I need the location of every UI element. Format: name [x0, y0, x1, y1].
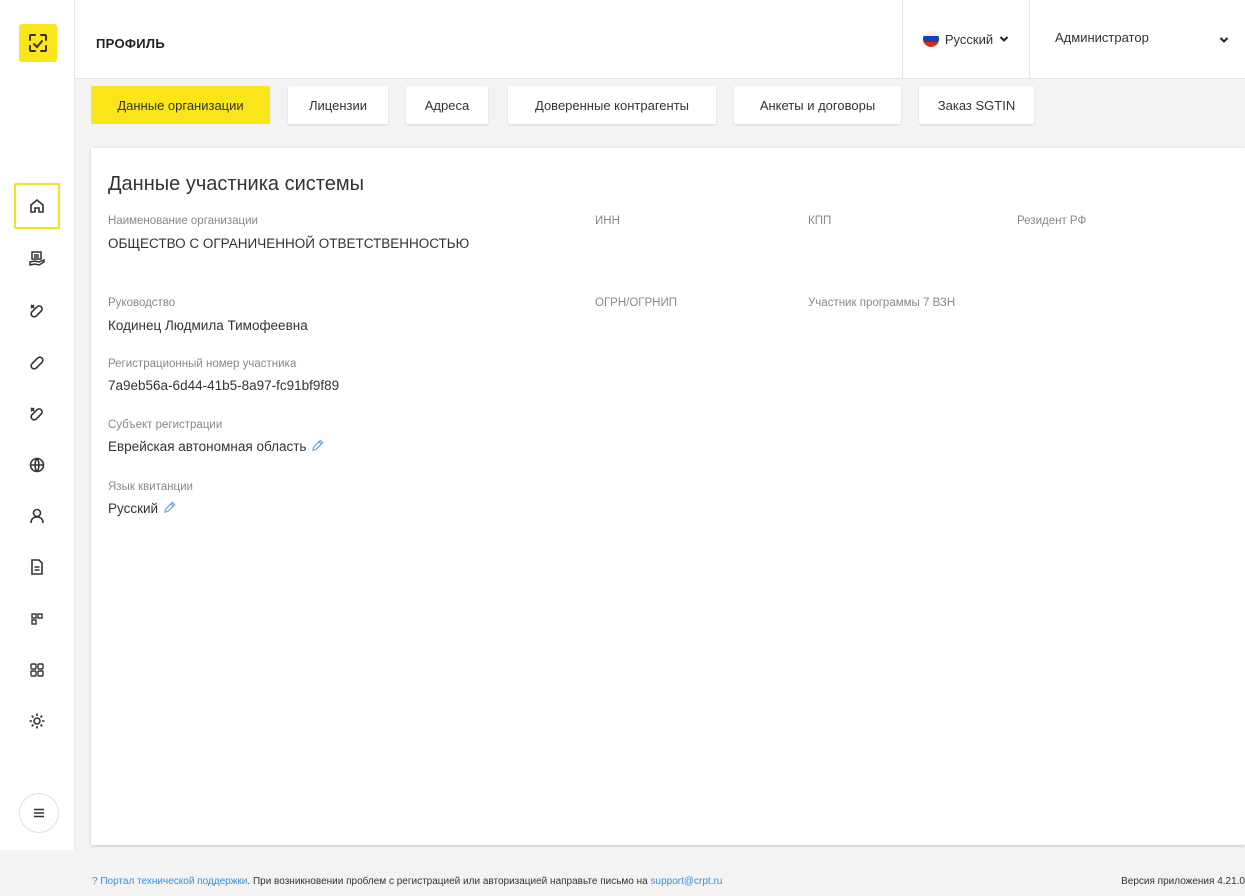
user-name: Администратор — [1055, 30, 1149, 45]
user-icon — [30, 508, 44, 524]
reg-number-label: Регистрационный номер участника — [108, 358, 297, 370]
nav-user[interactable] — [14, 493, 60, 539]
edit-subject-button[interactable] — [311, 439, 324, 455]
ogrn-label: ОГРН/ОГРНИП — [595, 297, 678, 309]
management-label: Руководство — [108, 297, 176, 309]
nav-settings[interactable] — [14, 698, 60, 744]
nav-receipts[interactable] — [14, 236, 60, 282]
receipt-language-label: Язык квитанции — [108, 481, 193, 493]
scan-logo-icon — [29, 34, 47, 52]
edit-receipt-language-button[interactable] — [163, 501, 176, 517]
tab-addresses[interactable]: Адреса — [406, 86, 488, 124]
pill-cross-icon — [30, 407, 43, 421]
nav-globe[interactable] — [14, 442, 60, 488]
logo[interactable] — [19, 24, 57, 62]
support-email-link[interactable]: support@crpt.ru — [651, 876, 723, 887]
user-menu[interactable]: Администратор — [1028, 0, 1245, 78]
tab-organization-data[interactable]: Данные организации — [91, 86, 270, 124]
nav-drugs-1[interactable] — [14, 288, 60, 334]
subject-value: Еврейская автономная область — [108, 439, 307, 454]
card-title: Данные участника системы — [108, 173, 364, 195]
inn-label: ИНН — [595, 215, 620, 227]
nav-drugs-3[interactable] — [14, 391, 60, 437]
nav-apps-grid[interactable] — [14, 647, 60, 693]
management-value: Кодинец Людмила Тимофеевна — [108, 318, 308, 333]
apps-small-icon — [31, 613, 43, 625]
language-label: Русский — [944, 31, 994, 47]
tab-trusted-counterparties[interactable]: Доверенные контрагенты — [508, 86, 716, 124]
apps-grid-icon — [30, 663, 44, 677]
pencil-icon — [312, 439, 324, 452]
help-circle-icon: ? — [92, 876, 98, 887]
org-name-value: ОБЩЕСТВО С ОГРАНИЧЕННОЙ ОТВЕТСТВЕННОСТЬЮ — [108, 236, 470, 251]
receipt-language-field: Русский — [108, 501, 176, 517]
russia-flag-icon — [922, 31, 939, 47]
header: ПРОФИЛЬ Русский Администратор — [75, 0, 1245, 79]
language-select[interactable]: Русский — [902, 0, 1030, 78]
reg-number-value: 7a9eb56a-6d44-41b5-8a97-fc91bf9f89 — [108, 378, 340, 393]
nav-apps-small[interactable] — [14, 596, 60, 642]
receipt-language-value: Русский — [108, 501, 159, 516]
tab-forms-contracts[interactable]: Анкеты и договоры — [734, 86, 901, 124]
nav-drugs-2[interactable] — [14, 340, 60, 386]
app-version: Версия приложения 4.21.0 — [1121, 876, 1245, 887]
subject-label: Субъект регистрации — [108, 419, 223, 431]
pill-cross-icon — [30, 304, 43, 318]
sidebar — [0, 0, 75, 850]
chevron-down-icon — [999, 36, 1009, 42]
resident-label: Резидент РФ — [1017, 215, 1087, 227]
footer: ? Портал технической поддержки. При возн… — [92, 876, 722, 887]
participant-data-card: Данные участника системы Наименование ор… — [91, 148, 1245, 845]
nav-home[interactable] — [14, 183, 60, 229]
chevron-down-icon — [1219, 37, 1229, 43]
nav-documents[interactable] — [14, 544, 60, 590]
program-participant-label: Участник программы 7 ВЗН — [808, 297, 956, 309]
tab-sgtin-order[interactable]: Заказ SGTIN — [919, 86, 1034, 124]
document-icon — [31, 559, 43, 575]
kpp-label: КПП — [808, 215, 832, 227]
support-portal-link[interactable]: Портал технической поддержки — [100, 876, 247, 887]
gear-icon — [29, 713, 45, 729]
subject-field: Еврейская автономная область — [108, 439, 324, 455]
pill-icon — [30, 356, 44, 370]
tab-licenses[interactable]: Лицензии — [288, 86, 388, 124]
org-name-label: Наименование организации — [108, 215, 258, 227]
home-icon — [30, 198, 44, 213]
page-title: ПРОФИЛЬ — [96, 36, 165, 51]
pencil-icon — [164, 501, 176, 514]
globe-icon — [29, 457, 45, 473]
menu-toggle-button[interactable] — [19, 793, 59, 833]
receipt-stack-icon — [29, 251, 45, 266]
footer-message: . При возникновении проблем с регистраци… — [247, 876, 651, 887]
hamburger-icon — [34, 808, 44, 818]
